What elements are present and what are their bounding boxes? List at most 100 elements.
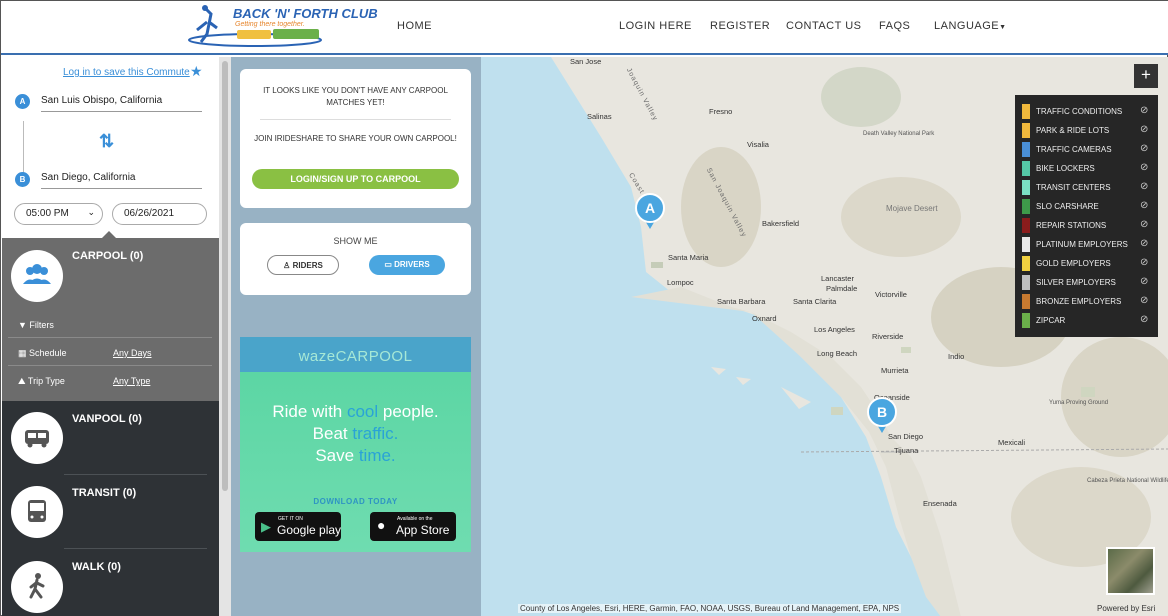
trip-sidebar: Log in to save this Commute ★ A San Luis… — [2, 57, 219, 616]
nav-contact[interactable]: CONTACT US — [786, 20, 862, 32]
legend-label: PLATINUM EMPLOYERS — [1036, 240, 1128, 249]
map-view[interactable]: San Jose Salinas Fresno Visalia Bakersfi… — [481, 57, 1168, 616]
legend-item-repair-stations[interactable]: REPAIR STATIONS ⊘ — [1022, 218, 1156, 233]
eye-slash-icon[interactable]: ⊘ — [1140, 200, 1148, 211]
eye-slash-icon[interactable]: ⊘ — [1140, 238, 1148, 249]
city-label: Lompoc — [667, 278, 694, 287]
eye-slash-icon[interactable]: ⊘ — [1140, 276, 1148, 287]
legend-item-traffic-cameras[interactable]: TRAFFIC CAMERAS ⊘ — [1022, 142, 1156, 157]
legend-item-slo-carshare[interactable]: SLO CARSHARE ⊘ — [1022, 199, 1156, 214]
legend-label: SLO CARSHARE — [1036, 202, 1099, 211]
login-signup-button[interactable]: LOGIN/SIGN UP TO CARPOOL — [252, 169, 459, 189]
route-connector — [23, 121, 24, 173]
destination-marker: B — [15, 172, 30, 187]
mode-carpool[interactable]: CARPOOL (0) ▼ Filters ▦ Schedule Any Day… — [2, 238, 219, 401]
eye-slash-icon[interactable]: ⊘ — [1140, 105, 1148, 116]
legend-item-zipcar[interactable]: ZIPCAR ⊘ — [1022, 313, 1156, 328]
site-logo[interactable]: BACK 'N' FORTH CLUB Getting there togeth… — [187, 4, 378, 48]
city-label: Salinas — [587, 112, 612, 121]
schedule-value-link[interactable]: Any Days — [113, 348, 152, 358]
legend-swatch — [1022, 142, 1030, 157]
walk-icon[interactable] — [11, 561, 63, 613]
destination-field[interactable]: San Diego, California — [41, 169, 202, 189]
waze-line-1c: people. — [378, 402, 439, 421]
eye-slash-icon[interactable]: ⊘ — [1140, 219, 1148, 230]
swap-icon[interactable]: ⇅ — [99, 131, 114, 152]
app-store-button[interactable]: ● Available on the App Store — [370, 512, 456, 541]
pin-a-label: A — [635, 193, 665, 223]
legend-swatch — [1022, 199, 1030, 214]
nav-language[interactable]: LANGUAGE▼ — [934, 20, 1007, 32]
origin-map-pin[interactable]: A — [635, 193, 665, 229]
city-label: Tijuana — [894, 446, 919, 455]
filters-text: Filters — [29, 320, 54, 330]
mode-transit-title[interactable]: TRANSIT (0) — [72, 487, 136, 499]
mode-walk-title[interactable]: WALK (0) — [72, 561, 121, 573]
legend-swatch — [1022, 313, 1030, 328]
waze-line-2b: traffic. — [352, 424, 399, 443]
star-icon[interactable]: ★ — [190, 63, 203, 80]
nav-faqs[interactable]: FAQS — [879, 20, 910, 32]
people-icon — [11, 250, 63, 302]
time-select[interactable]: 05:00 PM ⌄ — [14, 203, 103, 225]
google-play-button[interactable]: ▶ GET IT ON Google play — [255, 512, 341, 541]
schedule-label: ▦ Schedule — [18, 348, 67, 359]
date-input[interactable]: 06/26/2021 — [112, 203, 207, 225]
legend-item-bronze-employers[interactable]: BRONZE EMPLOYERS ⊘ — [1022, 294, 1156, 309]
eye-slash-icon[interactable]: ⊘ — [1140, 295, 1148, 306]
sidebar-scrollbar-thumb[interactable] — [222, 61, 228, 491]
road-icon: ⛰ — [18, 376, 28, 386]
eye-slash-icon[interactable]: ⊘ — [1140, 124, 1148, 135]
nav-register[interactable]: REGISTER — [710, 20, 770, 32]
city-label: Visalia — [747, 140, 769, 149]
city-label: Santa Barbara — [717, 297, 766, 306]
origin-field[interactable]: San Luis Obispo, California — [41, 92, 202, 112]
trip-type-row: ⛰ Trip Type Any Type — [8, 366, 212, 394]
riders-toggle[interactable]: ♙ RIDERS — [267, 255, 339, 275]
trip-type-value-link[interactable]: Any Type — [113, 376, 150, 386]
eye-slash-icon[interactable]: ⊘ — [1140, 257, 1148, 268]
waze-line-1a: Ride with — [272, 402, 347, 421]
waze-carpool-ad[interactable]: wazeCARPOOL Ride with cool people. Beat … — [240, 337, 471, 552]
basemap-toggle[interactable] — [1106, 547, 1155, 595]
legend-item-gold-employers[interactable]: GOLD EMPLOYERS ⊘ — [1022, 256, 1156, 271]
destination-map-pin[interactable]: B — [867, 397, 897, 433]
eye-slash-icon[interactable]: ⊘ — [1140, 143, 1148, 154]
legend-item-park-ride[interactable]: PARK & RIDE LOTS ⊘ — [1022, 123, 1156, 138]
save-commute-link[interactable]: Log in to save this Commute — [63, 67, 190, 78]
pin-b-label: B — [867, 397, 897, 427]
waze-line-1: Ride with cool people. — [240, 402, 471, 422]
legend-item-bike-lockers[interactable]: BIKE LOCKERS ⊘ — [1022, 161, 1156, 176]
legend-item-platinum-employers[interactable]: PLATINUM EMPLOYERS ⊘ — [1022, 237, 1156, 252]
filters-row[interactable]: ▼ Filters — [8, 310, 212, 338]
legend-label: TRANSIT CENTERS — [1036, 183, 1111, 192]
waze-body: Ride with cool people. Beat traffic. Sav… — [240, 372, 471, 552]
eye-slash-icon[interactable]: ⊘ — [1140, 314, 1148, 325]
powered-by-esri[interactable]: Powered by Esri — [1097, 604, 1155, 613]
legend-swatch — [1022, 180, 1030, 195]
van-icon[interactable] — [11, 412, 63, 464]
zoom-in-button[interactable]: + — [1134, 64, 1158, 88]
feature-label: Death Valley National Park — [863, 131, 935, 137]
bus-icon[interactable] — [11, 486, 63, 538]
mode-carpool-title: CARPOOL (0) — [72, 250, 144, 262]
city-label: Ensenada — [923, 499, 957, 508]
mode-vanpool-title[interactable]: VANPOOL (0) — [72, 413, 142, 425]
eye-slash-icon[interactable]: ⊘ — [1140, 162, 1148, 173]
riders-label: RIDERS — [292, 261, 323, 270]
nav-login[interactable]: LOGIN HERE — [619, 20, 692, 32]
other-modes: VANPOOL (0) TRANSIT (0) WALK (0) — [2, 401, 219, 616]
legend-swatch — [1022, 123, 1030, 138]
app-store-small-text: Available on the — [397, 516, 433, 522]
city-label: Fresno — [709, 107, 733, 116]
nav-home[interactable]: HOME — [397, 20, 432, 32]
eye-slash-icon[interactable]: ⊘ — [1140, 181, 1148, 192]
drivers-toggle[interactable]: ▭ DRIVERS — [369, 255, 445, 275]
legend-item-traffic-conditions[interactable]: TRAFFIC CONDITIONS ⊘ — [1022, 104, 1156, 119]
apple-icon: ● — [377, 517, 386, 533]
show-me-title: SHOW ME — [333, 236, 378, 246]
legend-item-transit-centers[interactable]: TRANSIT CENTERS ⊘ — [1022, 180, 1156, 195]
legend-item-silver-employers[interactable]: SILVER EMPLOYERS ⊘ — [1022, 275, 1156, 290]
legend-swatch — [1022, 275, 1030, 290]
divider — [64, 474, 207, 475]
